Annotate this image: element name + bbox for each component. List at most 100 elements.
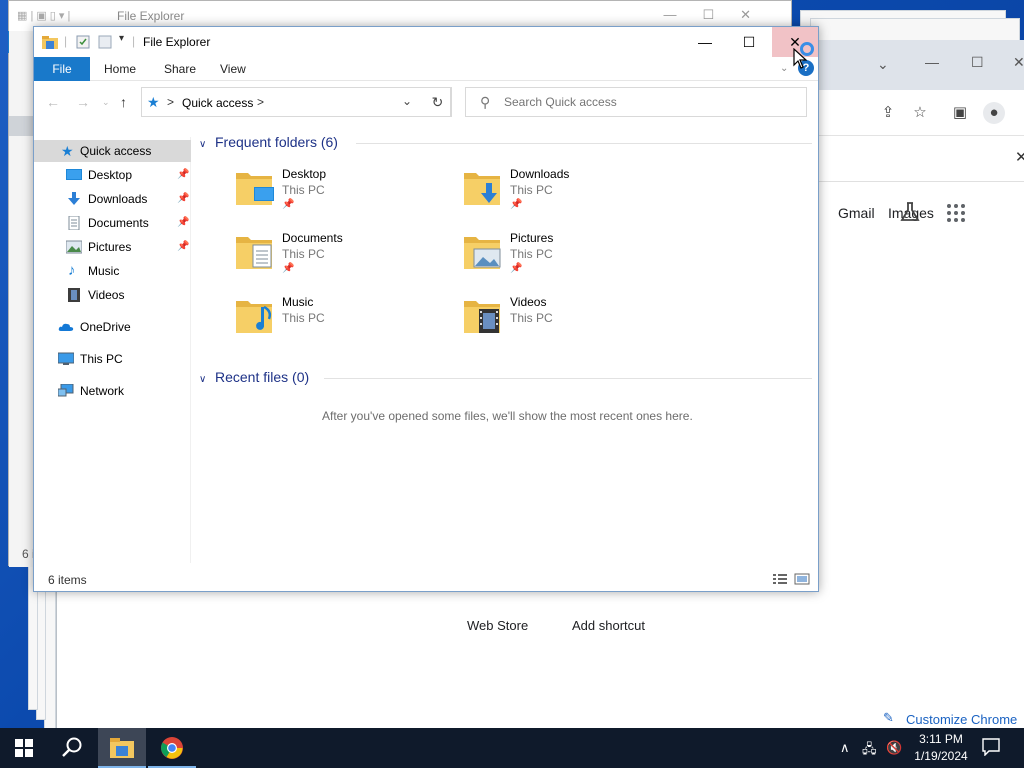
recent-files-empty-message: After you've opened some files, we'll sh… [322,409,693,423]
search-input[interactable] [504,94,794,110]
details-view-icon [773,574,787,584]
onedrive-icon [58,323,74,331]
nav-item-desktop[interactable]: Desktop 📌 [34,164,191,186]
nav-item-this-pc[interactable]: This PC [34,348,191,370]
folder-tile-music[interactable]: Music This PC [234,295,454,355]
chrome-minimize-button[interactable]: — [925,54,939,70]
shortcut-add[interactable]: Add shortcut [572,618,645,633]
notification-center-icon[interactable] [982,738,1000,756]
folder-tile-documents[interactable]: Documents This PC 📌 [234,231,454,291]
address-separator-icon[interactable]: > [257,95,264,109]
back-selected-row [9,116,35,136]
volume-muted-icon[interactable]: 🔇 [886,740,902,756]
star-icon: ★ [61,143,74,159]
group-divider [324,378,812,379]
taskbar-file-explorer[interactable] [98,728,146,768]
chrome-maximize-button[interactable]: ☐ [971,54,984,71]
download-folder-icon [464,173,500,205]
folder-name: Videos [510,295,547,309]
refresh-button[interactable]: ↻ [424,87,452,117]
taskbar-search-button[interactable] [48,728,96,768]
nav-item-pictures[interactable]: Pictures 📌 [34,236,191,258]
nav-item-videos[interactable]: Videos [34,284,191,306]
status-bar: 6 items [34,567,818,591]
back-arrow-icon[interactable]: ← [46,94,60,110]
nav-item-quick-access[interactable]: ★ Quick access [34,140,191,162]
folder-name: Desktop [282,167,327,181]
documents-folder-icon [236,237,272,269]
forward-arrow-icon[interactable]: → [76,94,90,110]
pictures-icon [66,240,82,254]
folder-tile-desktop[interactable]: Desktop This PC 📌 [234,167,454,227]
side-panel-icon[interactable]: ▣ [951,104,969,122]
chrome-tab-search-icon[interactable]: ⌄ [877,56,889,73]
item-count: 6 items [48,573,87,587]
address-separator-icon[interactable]: > [167,95,174,109]
gmail-link[interactable]: Gmail [838,205,875,221]
folder-location: This PC [510,311,553,325]
pencil-icon: ✎ [883,710,894,725]
navigation-pane: ★ Quick access Desktop 📌 Downloads 📌 Doc… [34,137,191,563]
nav-label: Documents [88,216,149,230]
new-folder-icon[interactable] [98,35,112,49]
shortcut-web-store[interactable]: Web Store [467,618,528,633]
nav-label: This PC [80,352,123,366]
bookmark-star-icon[interactable]: ☆ [911,104,929,122]
windows-logo-icon [15,739,33,757]
google-apps-icon[interactable] [947,204,965,222]
labs-flask-icon[interactable] [899,201,921,223]
up-arrow-icon[interactable]: ↑ [120,94,127,110]
network-tray-icon[interactable]: 🖧 [862,740,877,762]
nav-label: Network [80,384,125,398]
expand-ribbon-chevron-icon[interactable]: ⌄ [780,63,788,74]
folder-name: Music [282,295,314,309]
minimize-button[interactable]: — [682,27,728,57]
address-dropdown-chevron-icon[interactable]: ⌄ [402,94,412,108]
customize-toolbar-chevron-icon[interactable]: ▾ [119,33,124,44]
explorer-app-icon [42,36,58,49]
maximize-button[interactable]: ☐ [726,27,772,57]
frequent-folders-header[interactable]: ∨ Frequent folders (6) [199,134,338,150]
folder-location: This PC [510,183,553,197]
collapse-chevron-icon: ∨ [199,374,207,385]
folder-tile-pictures[interactable]: Pictures This PC 📌 [462,231,682,291]
view-toggle-icons[interactable] [772,573,812,585]
mouse-cursor-icon [793,48,807,69]
title-bar[interactable]: | ▾ | File Explorer — ☐ ✕ [34,27,818,57]
nav-label: Music [88,264,120,278]
tab-file[interactable]: File [34,57,90,81]
toolbar-separator: | [64,34,68,48]
taskbar-chrome[interactable] [148,728,196,768]
nav-item-onedrive[interactable]: OneDrive [34,316,191,338]
folder-name: Pictures [510,231,554,245]
breadcrumb-quick-access[interactable]: Quick access [182,96,253,110]
nav-label: Pictures [88,240,132,254]
folder-tile-videos[interactable]: Videos This PC [462,295,682,355]
profile-avatar[interactable]: ● [983,102,1005,124]
share-icon[interactable]: ⇪ [879,104,897,122]
search-box[interactable]: ⚲ [465,87,807,117]
music-icon: ♪ [68,262,76,279]
chrome-close-button[interactable]: ✕ [1013,54,1024,71]
recent-files-header[interactable]: ∨ Recent files (0) [199,369,309,385]
window-title: File Explorer [143,35,211,49]
nav-item-documents[interactable]: Documents 📌 [34,212,191,234]
close-infobar-icon[interactable]: ✕ [1015,148,1024,166]
file-explorer-icon [110,738,134,758]
folder-tile-downloads[interactable]: Downloads This PC 📌 [462,167,682,227]
properties-icon[interactable] [76,35,90,49]
start-button[interactable] [0,728,48,768]
taskbar-clock[interactable]: 3:11 PM 1/19/2024 [905,731,977,765]
nav-item-downloads[interactable]: Downloads 📌 [34,188,191,210]
nav-item-music[interactable]: ♪ Music [34,260,191,282]
tab-view[interactable]: View [208,57,258,81]
tab-share[interactable]: Share [152,57,208,81]
tab-home[interactable]: Home [92,57,148,81]
recent-locations-chevron-icon[interactable]: ⌄ [102,97,110,108]
show-hidden-icons-chevron-icon[interactable]: ∧ [840,740,850,756]
address-bar[interactable]: ★ > Quick access > ⌄ [141,87,451,117]
pin-icon: 📌 [510,263,523,274]
back-window-controls[interactable]: —☐✕ [663,7,777,23]
pin-icon: 📌 [177,241,190,252]
nav-item-network[interactable]: Network [34,380,191,402]
